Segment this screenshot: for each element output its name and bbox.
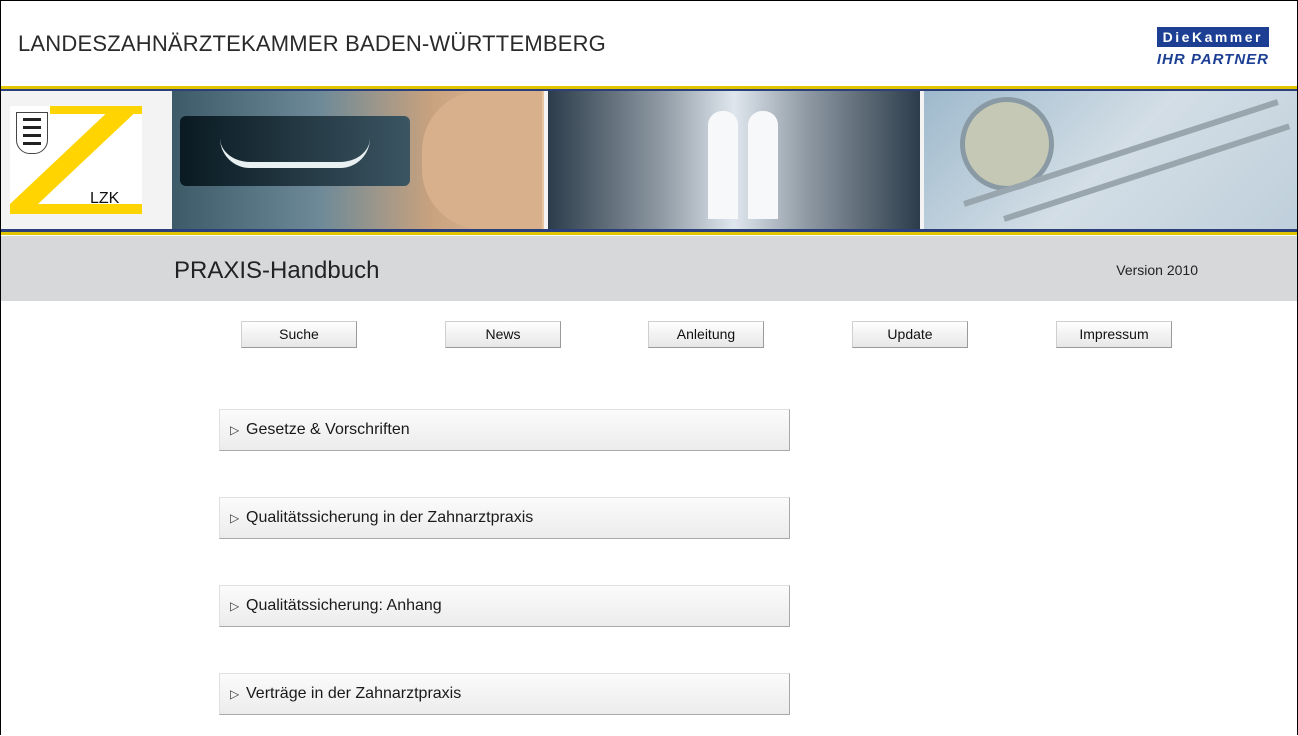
title-bar: PRAXIS-Handbuch Version 2010 (1, 236, 1297, 301)
image-banner: LZK (1, 91, 1297, 229)
section-label: Qualitätssicherung: Anhang (246, 597, 442, 614)
lzk-logo: LZK (10, 106, 142, 214)
triangle-right-icon: ▷ (230, 687, 240, 701)
search-button[interactable]: Suche (241, 321, 357, 348)
triangle-right-icon: ▷ (230, 423, 240, 437)
section-laws-regulations[interactable]: ▷ Gesetze & Vorschriften (219, 409, 790, 451)
photo-dental-tools (924, 91, 1297, 229)
org-title: LANDESZAHNÄRZTEKAMMER BADEN-WÜRTTEMBERG (18, 31, 606, 56)
guide-button[interactable]: Anleitung (648, 321, 764, 348)
photo-xray (172, 91, 544, 229)
header: LANDESZAHNÄRZTEKAMMER BADEN-WÜRTTEMBERG … (1, 1, 1297, 86)
coat-of-arms-icon (16, 112, 48, 154)
divider-gold (1, 232, 1297, 235)
brand-logo: DieKammer IHR PARTNER (1079, 27, 1269, 73)
doctor-figure (748, 111, 778, 219)
section-quality-assurance[interactable]: ▷ Qualitätssicherung in der Zahnarztpraxi… (219, 497, 790, 539)
section-contracts[interactable]: ▷ Verträge in der Zahnarztpraxis (219, 673, 790, 715)
brand-tagline: IHR PARTNER (1156, 51, 1269, 68)
brand-name: DieKammer (1156, 27, 1269, 47)
section-label: Verträge in der Zahnarztpraxis (246, 685, 462, 702)
version-label: Version 2010 (1116, 262, 1198, 278)
triangle-right-icon: ▷ (230, 511, 240, 525)
imprint-button[interactable]: Impressum (1056, 321, 1172, 348)
section-quality-appendix[interactable]: ▷ Qualitätssicherung: Anhang (219, 585, 790, 627)
photo-corridor (548, 91, 920, 229)
section-label: Gesetze & Vorschriften (246, 421, 410, 438)
section-label: Qualitätssicherung in der Zahnarztpraxis (246, 509, 534, 526)
news-button[interactable]: News (445, 321, 561, 348)
triangle-right-icon: ▷ (230, 599, 240, 613)
doctor-figure (708, 111, 738, 219)
page-title: PRAXIS-Handbuch (174, 257, 380, 284)
logo-label: LZK (90, 190, 120, 207)
xray-image (180, 116, 410, 186)
update-button[interactable]: Update (852, 321, 968, 348)
dentist-head (422, 91, 542, 229)
